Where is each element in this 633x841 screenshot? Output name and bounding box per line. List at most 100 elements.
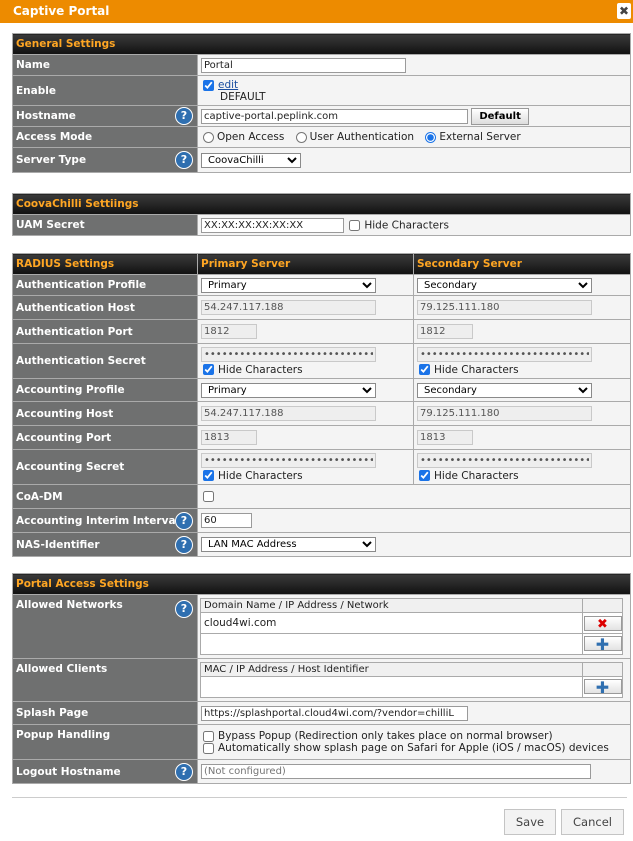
auth-secret-label: Authentication Secret (12, 343, 198, 379)
clients-action-header (582, 662, 623, 677)
networks-column-header: Domain Name / IP Address / Network (200, 598, 583, 613)
table-row: cloud4wi.com ✖ (200, 612, 623, 634)
auth-profile-secondary-select[interactable]: Secondary (417, 277, 592, 293)
enable-default-text: DEFAULT (220, 90, 266, 103)
acct-profile-primary-select[interactable]: Primary (201, 382, 376, 398)
access-open-radio[interactable] (203, 131, 214, 143)
uam-secret-label: UAM Secret (12, 214, 198, 236)
auth-secret-secondary-input[interactable] (417, 346, 592, 362)
networks-action-header (582, 598, 623, 613)
name-label: Name (12, 54, 198, 76)
portal-access-section: Portal Access Settings Allowed Networks?… (12, 573, 631, 784)
default-button[interactable]: Default (471, 107, 529, 125)
allowed-clients-label: Allowed Clients (12, 658, 198, 702)
server-type-select[interactable]: CoovaChilli (201, 152, 301, 168)
enable-label: Enable (12, 75, 198, 106)
access-user-radio[interactable] (295, 131, 307, 143)
acct-profile-secondary-select[interactable]: Secondary (417, 382, 592, 398)
add-network-button[interactable]: ✚ (583, 634, 622, 654)
auto-splash-checkbox[interactable] (203, 742, 214, 754)
portal-access-header: Portal Access Settings (12, 573, 631, 595)
help-icon[interactable]: ? (175, 511, 193, 530)
radius-settings-section: RADIUS Settings Primary Server Secondary… (12, 253, 631, 557)
nas-identifier-select[interactable]: LAN MAC Address (201, 537, 376, 552)
auth-port-primary-input[interactable] (201, 324, 257, 339)
access-user-label: User Authentication (309, 131, 415, 143)
hostname-label: Hostname? (12, 105, 198, 127)
acct-secret-primary-input[interactable] (201, 452, 376, 468)
name-input[interactable] (201, 57, 406, 73)
cancel-button[interactable]: Cancel (561, 809, 624, 835)
access-external-radio[interactable] (425, 131, 437, 143)
footer-divider (12, 797, 627, 798)
hide-characters-label: Hide Characters (434, 363, 519, 376)
splash-page-label: Splash Page (12, 701, 198, 725)
network-entry: cloud4wi.com (200, 612, 583, 634)
acct-secret-primary-hide-checkbox[interactable] (203, 470, 214, 481)
coova-settings-section: CoovaChilli Settiings UAM Secret Hide Ch… (12, 193, 631, 236)
acct-secret-label: Accounting Secret (12, 449, 198, 485)
auth-host-primary-input[interactable] (201, 300, 376, 315)
remove-network-button[interactable]: ✖ (583, 615, 622, 632)
auth-port-label: Authentication Port (12, 319, 198, 344)
coa-dm-label: CoA-DM (12, 484, 198, 509)
window-title: Captive Portal (13, 4, 110, 18)
auth-host-secondary-input[interactable] (417, 300, 592, 315)
acct-port-primary-input[interactable] (201, 430, 257, 445)
logout-hostname-input[interactable] (201, 764, 591, 779)
acct-host-label: Accounting Host (12, 401, 198, 426)
interim-label-text: Accounting Interim Interval (16, 514, 180, 527)
acct-secret-secondary-hide-checkbox[interactable] (419, 470, 430, 481)
add-icon: ✚ (595, 634, 610, 654)
hostname-label-text: Hostname (16, 110, 76, 122)
acct-secret-secondary-input[interactable] (417, 452, 592, 468)
allowed-clients-table: MAC / IP Address / Host Identifier ✚ (200, 662, 623, 698)
primary-server-header: Primary Server (197, 253, 414, 275)
radius-settings-header: RADIUS Settings (12, 253, 198, 275)
add-client-button[interactable]: ✚ (583, 677, 622, 697)
auth-profile-primary-select[interactable]: Primary (201, 277, 376, 293)
server-type-label-text: Server Type (16, 154, 87, 166)
allowed-networks-table: Domain Name / IP Address / Network cloud… (200, 598, 623, 655)
help-icon[interactable]: ? (175, 762, 193, 781)
acct-host-secondary-input[interactable] (417, 406, 592, 421)
uam-secret-input[interactable] (201, 217, 344, 233)
uam-hide-label: Hide Characters (364, 219, 449, 231)
acct-port-secondary-input[interactable] (417, 430, 473, 445)
hide-characters-label: Hide Characters (434, 469, 519, 482)
new-network-input-cell[interactable] (200, 633, 583, 655)
general-settings-section: General Settings Name Enable edit DEFAUL… (11, 33, 632, 173)
auth-secret-primary-input[interactable] (201, 346, 376, 362)
acct-host-primary-input[interactable] (201, 406, 376, 421)
add-icon: ✚ (595, 677, 610, 697)
auth-profile-label: Authentication Profile (12, 274, 198, 296)
help-icon[interactable]: ? (175, 535, 193, 554)
auth-port-secondary-input[interactable] (417, 324, 473, 339)
enable-edit-link[interactable]: edit (218, 79, 238, 91)
logout-hostname-label-text: Logout Hostname (16, 765, 121, 778)
allowed-networks-label: Allowed Networks? (12, 594, 198, 659)
help-icon[interactable]: ? (175, 151, 193, 169)
help-icon[interactable]: ? (175, 600, 193, 618)
secondary-server-header: Secondary Server (413, 253, 631, 275)
auth-secret-primary-hide-checkbox[interactable] (203, 364, 214, 375)
new-client-input-cell[interactable] (200, 676, 583, 698)
popup-handling-label: Popup Handling (12, 724, 198, 760)
coa-dm-checkbox[interactable] (203, 491, 214, 502)
auth-secret-secondary-hide-checkbox[interactable] (419, 364, 430, 375)
help-icon[interactable]: ? (175, 107, 193, 125)
access-mode-label: Access Mode (12, 126, 198, 148)
enable-checkbox[interactable] (203, 80, 214, 92)
window-titlebar: Captive Portal ✖ (0, 0, 633, 23)
uam-hide-checkbox[interactable] (349, 219, 361, 231)
close-icon[interactable]: ✖ (617, 3, 631, 19)
acct-port-label: Accounting Port (12, 425, 198, 450)
bypass-popup-checkbox[interactable] (203, 730, 214, 742)
splash-page-input[interactable] (201, 705, 468, 721)
hostname-input[interactable] (201, 108, 468, 124)
save-button[interactable]: Save (504, 809, 556, 835)
interim-input[interactable] (201, 513, 252, 528)
remove-icon: ✖ (597, 616, 608, 632)
nas-identifier-label-text: NAS-Identifier (16, 538, 100, 551)
bypass-popup-label: Bypass Popup (Redirection only takes pla… (218, 730, 553, 742)
